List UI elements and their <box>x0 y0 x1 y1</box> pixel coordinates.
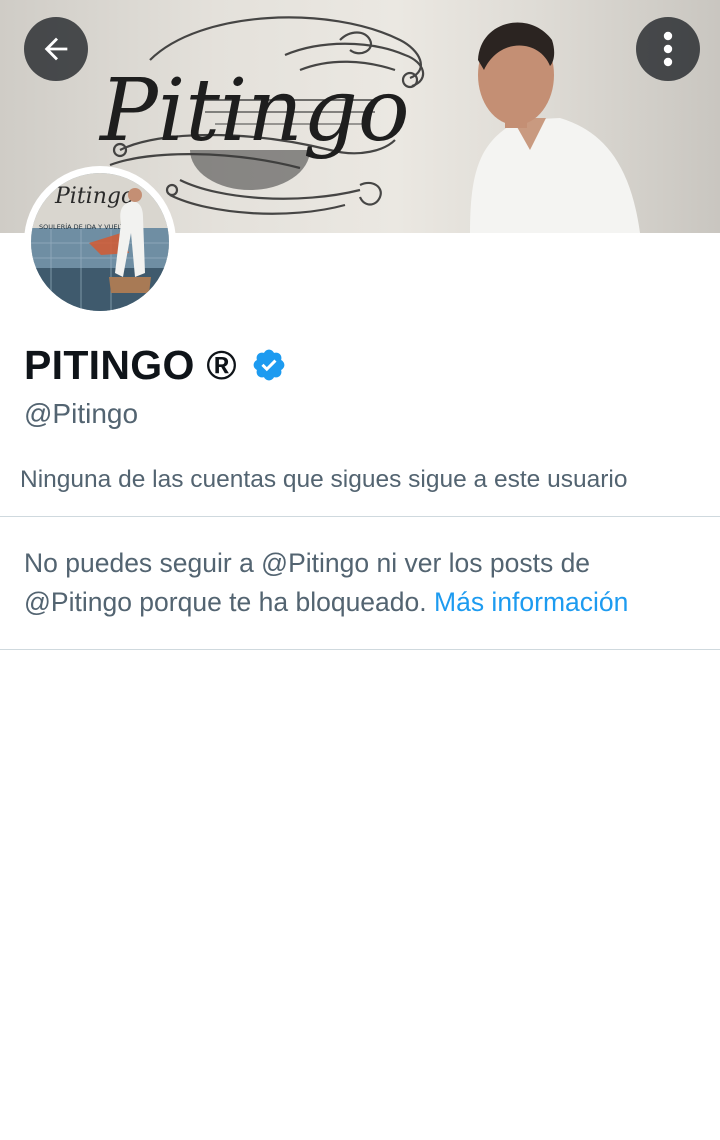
back-button[interactable] <box>24 17 88 81</box>
learn-more-link[interactable]: Más información <box>434 587 628 617</box>
followers-you-know-note: Ninguna de las cuentas que sigues sigue … <box>20 466 628 493</box>
more-options-button[interactable] <box>636 17 700 81</box>
avatar[interactable]: Pitingo SOULERÍA DE IDA Y VUELTA <box>24 166 176 318</box>
more-vertical-icon <box>663 31 673 67</box>
display-name: PITINGO ® <box>24 341 237 388</box>
arrow-left-icon <box>44 37 68 61</box>
album-title: Pitingo <box>54 184 134 209</box>
avatar-image: Pitingo SOULERÍA DE IDA Y VUELTA <box>31 173 169 311</box>
album-subtitle: SOULERÍA DE IDA Y VUELTA <box>39 222 129 231</box>
divider <box>0 516 720 517</box>
profile-handle: @Pitingo <box>24 398 139 429</box>
verified-badge-icon[interactable] <box>251 347 287 383</box>
blocked-message: No puedes seguir a @Pitingo ni ver los p… <box>24 544 704 622</box>
album-cover: Pitingo SOULERÍA DE IDA Y VUELTA <box>31 173 169 311</box>
profile-name-row: PITINGO ® <box>24 338 287 392</box>
divider <box>0 649 720 650</box>
